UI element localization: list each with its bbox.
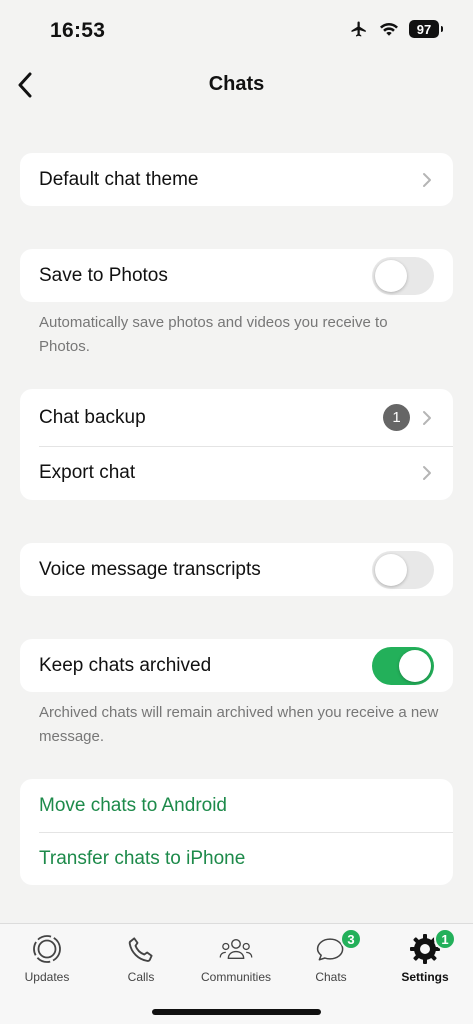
migration-card: Move chats to Android Transfer chats to … — [20, 779, 453, 885]
default-chat-theme-row[interactable]: Default chat theme — [20, 153, 453, 206]
battery-indicator: 97 — [409, 20, 443, 38]
settings-badge: 1 — [434, 928, 456, 950]
nav-bar: Chats — [0, 60, 473, 110]
default-chat-theme-label: Default chat theme — [39, 168, 199, 190]
page-title: Chats — [208, 73, 265, 95]
tab-settings[interactable]: 1 Settings — [378, 928, 472, 984]
tab-chats-label: Chats — [315, 970, 347, 984]
wifi-icon — [380, 22, 398, 36]
gear-icon: 1 — [408, 928, 456, 966]
chat-bubble-icon: 3 — [314, 928, 362, 966]
status-icons: 97 — [349, 20, 443, 38]
save-photos-card: Save to Photos — [20, 249, 453, 302]
chat-backup-label: Chat backup — [39, 406, 146, 428]
transcripts-card: Voice message transcripts — [20, 543, 453, 596]
keep-archived-row: Keep chats archived — [20, 639, 453, 692]
chats-unread-badge: 3 — [340, 928, 362, 950]
status-bar: 16:53 97 — [0, 0, 473, 60]
backup-card: Chat backup 1 Export chat — [20, 389, 453, 500]
chat-backup-badge: 1 — [383, 404, 410, 431]
theme-card: Default chat theme — [20, 153, 453, 206]
toggle-knob — [375, 553, 407, 586]
airplane-icon — [351, 21, 366, 37]
transfer-to-iphone-label: Transfer chats to iPhone — [39, 847, 246, 869]
voice-transcripts-toggle[interactable] — [372, 550, 434, 589]
keep-archived-toggle[interactable] — [372, 646, 434, 685]
toggle-knob — [375, 259, 407, 292]
tab-chats[interactable]: 3 Chats — [284, 928, 378, 984]
move-to-android-label: Move chats to Android — [39, 794, 227, 816]
keep-archived-note: Archived chats will remain archived when… — [39, 704, 439, 745]
tab-communities[interactable]: Communities — [189, 932, 283, 984]
export-chat-label: Export chat — [39, 462, 136, 483]
tab-communities-label: Communities — [200, 970, 272, 984]
tab-updates-label: Updates — [24, 970, 70, 984]
status-time: 16:53 — [50, 19, 106, 42]
voice-transcripts-label: Voice message transcripts — [39, 558, 261, 580]
save-to-photos-label: Save to Photos — [39, 264, 168, 286]
archived-card: Keep chats archived — [20, 639, 453, 692]
export-chat-row[interactable]: Export chat — [20, 446, 453, 500]
chevron-right-icon — [422, 410, 434, 426]
move-to-android-row[interactable]: Move chats to Android — [20, 779, 453, 832]
voice-transcripts-row: Voice message transcripts — [20, 543, 453, 596]
tab-calls[interactable]: Calls — [94, 932, 188, 984]
battery-level: 97 — [416, 21, 432, 37]
save-to-photos-note: Automatically save photos and videos you… — [39, 314, 388, 355]
home-indicator — [152, 1009, 321, 1015]
chevron-right-icon — [422, 172, 434, 188]
chevron-right-icon — [422, 465, 434, 481]
save-to-photos-row: Save to Photos — [20, 249, 453, 302]
transfer-to-iphone-row[interactable]: Transfer chats to iPhone — [20, 832, 453, 885]
toggle-knob — [399, 649, 431, 682]
tab-settings-label: Settings — [401, 970, 449, 984]
phone-icon — [124, 932, 158, 966]
keep-archived-label: Keep chats archived — [39, 654, 212, 676]
updates-icon — [30, 932, 64, 966]
chat-backup-row[interactable]: Chat backup 1 — [20, 389, 453, 446]
tab-updates[interactable]: Updates — [0, 932, 94, 984]
communities-icon — [219, 932, 253, 966]
save-to-photos-toggle[interactable] — [372, 256, 434, 295]
tab-calls-label: Calls — [127, 970, 155, 984]
